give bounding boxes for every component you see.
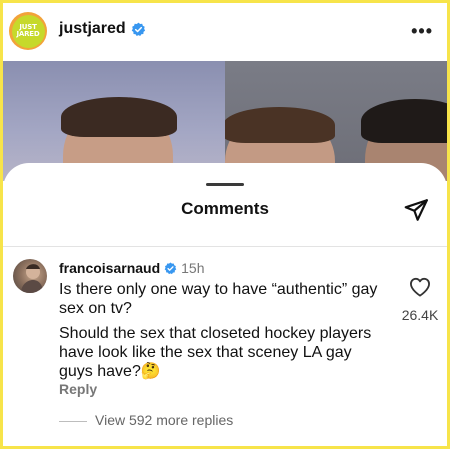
person-hair [61, 97, 177, 137]
replies-line [59, 421, 87, 422]
commenter-username[interactable]: francoisarnaud [59, 260, 160, 276]
commenter-photo-icon [21, 264, 43, 293]
comment-meta: francoisarnaud 15h [59, 260, 205, 276]
verified-badge-icon [164, 262, 177, 275]
heart-outline-icon[interactable] [409, 277, 431, 297]
account-username[interactable]: justjared [59, 20, 126, 38]
comment-text: Is there only one way to have “authentic… [59, 280, 389, 387]
comment-line-1: Is there only one way to have “authentic… [59, 281, 378, 317]
app-frame: JUST JARED justjared ••• Comments franco… [3, 3, 447, 446]
more-options-icon[interactable]: ••• [411, 21, 433, 42]
comment-timestamp: 15h [181, 260, 205, 276]
sheet-title: Comments [181, 199, 269, 218]
comment-line-2: Should the sex that closeted hockey play… [59, 325, 372, 380]
person-hair [361, 99, 447, 143]
view-more-replies-button[interactable]: View 592 more replies [95, 412, 233, 428]
send-icon[interactable] [403, 197, 429, 223]
post-header: JUST JARED justjared ••• [3, 3, 447, 61]
justjared-logo: JUST JARED [11, 14, 45, 48]
header-divider [3, 246, 447, 247]
verified-badge-icon [131, 22, 146, 36]
like-count: 26.4K [401, 307, 439, 323]
logo-text-bottom: JARED [16, 30, 40, 38]
reply-button[interactable]: Reply [59, 381, 97, 397]
comments-sheet: Comments francoisarnaud 15h Is there only… [3, 163, 447, 446]
account-avatar[interactable]: JUST JARED [9, 12, 47, 50]
drag-handle[interactable] [206, 183, 244, 186]
person-hair [225, 107, 335, 143]
commenter-avatar[interactable] [13, 259, 47, 293]
